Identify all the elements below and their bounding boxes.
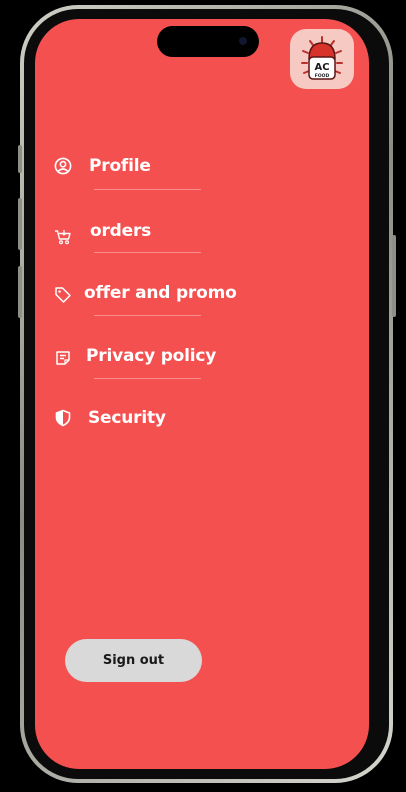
action-button — [18, 145, 22, 173]
menu-divider — [94, 315, 201, 316]
menu-divider — [94, 252, 201, 253]
menu-divider — [94, 189, 201, 190]
sign-out-button[interactable]: Sign out — [65, 639, 202, 682]
menu-item-label: Profile — [89, 156, 151, 176]
tag-icon — [53, 285, 73, 305]
menu-item-profile[interactable]: Profile — [53, 151, 151, 181]
volume-up-button — [18, 198, 22, 250]
food-logo-icon: AC FOOD — [301, 36, 343, 80]
svg-text:FOOD: FOOD — [315, 73, 330, 79]
menu-item-label: offer and promo — [84, 283, 237, 303]
app-screen: AC FOOD Profile orders offer and promo P… — [35, 19, 369, 769]
menu-divider — [94, 378, 201, 379]
camera-icon — [239, 37, 247, 45]
cart-icon — [53, 227, 73, 247]
menu-item-offer-and-promo[interactable]: offer and promo — [53, 278, 237, 308]
sign-out-label: Sign out — [102, 653, 165, 668]
menu-item-label: Security — [88, 408, 166, 428]
menu-item-label: Privacy policy — [86, 346, 217, 366]
app-logo[interactable]: AC FOOD — [290, 29, 354, 89]
shield-icon — [53, 408, 73, 428]
menu-item-privacy-policy[interactable]: Privacy policy — [53, 341, 216, 371]
volume-down-button — [18, 266, 22, 318]
power-button — [392, 235, 396, 317]
document-icon — [53, 348, 73, 368]
menu-item-label: orders — [90, 221, 152, 241]
menu-item-orders[interactable]: orders — [53, 216, 151, 246]
svg-text:AC: AC — [314, 62, 329, 73]
dynamic-island — [157, 26, 259, 57]
menu-item-security[interactable]: Security — [53, 403, 166, 433]
user-circle-icon — [53, 156, 73, 176]
